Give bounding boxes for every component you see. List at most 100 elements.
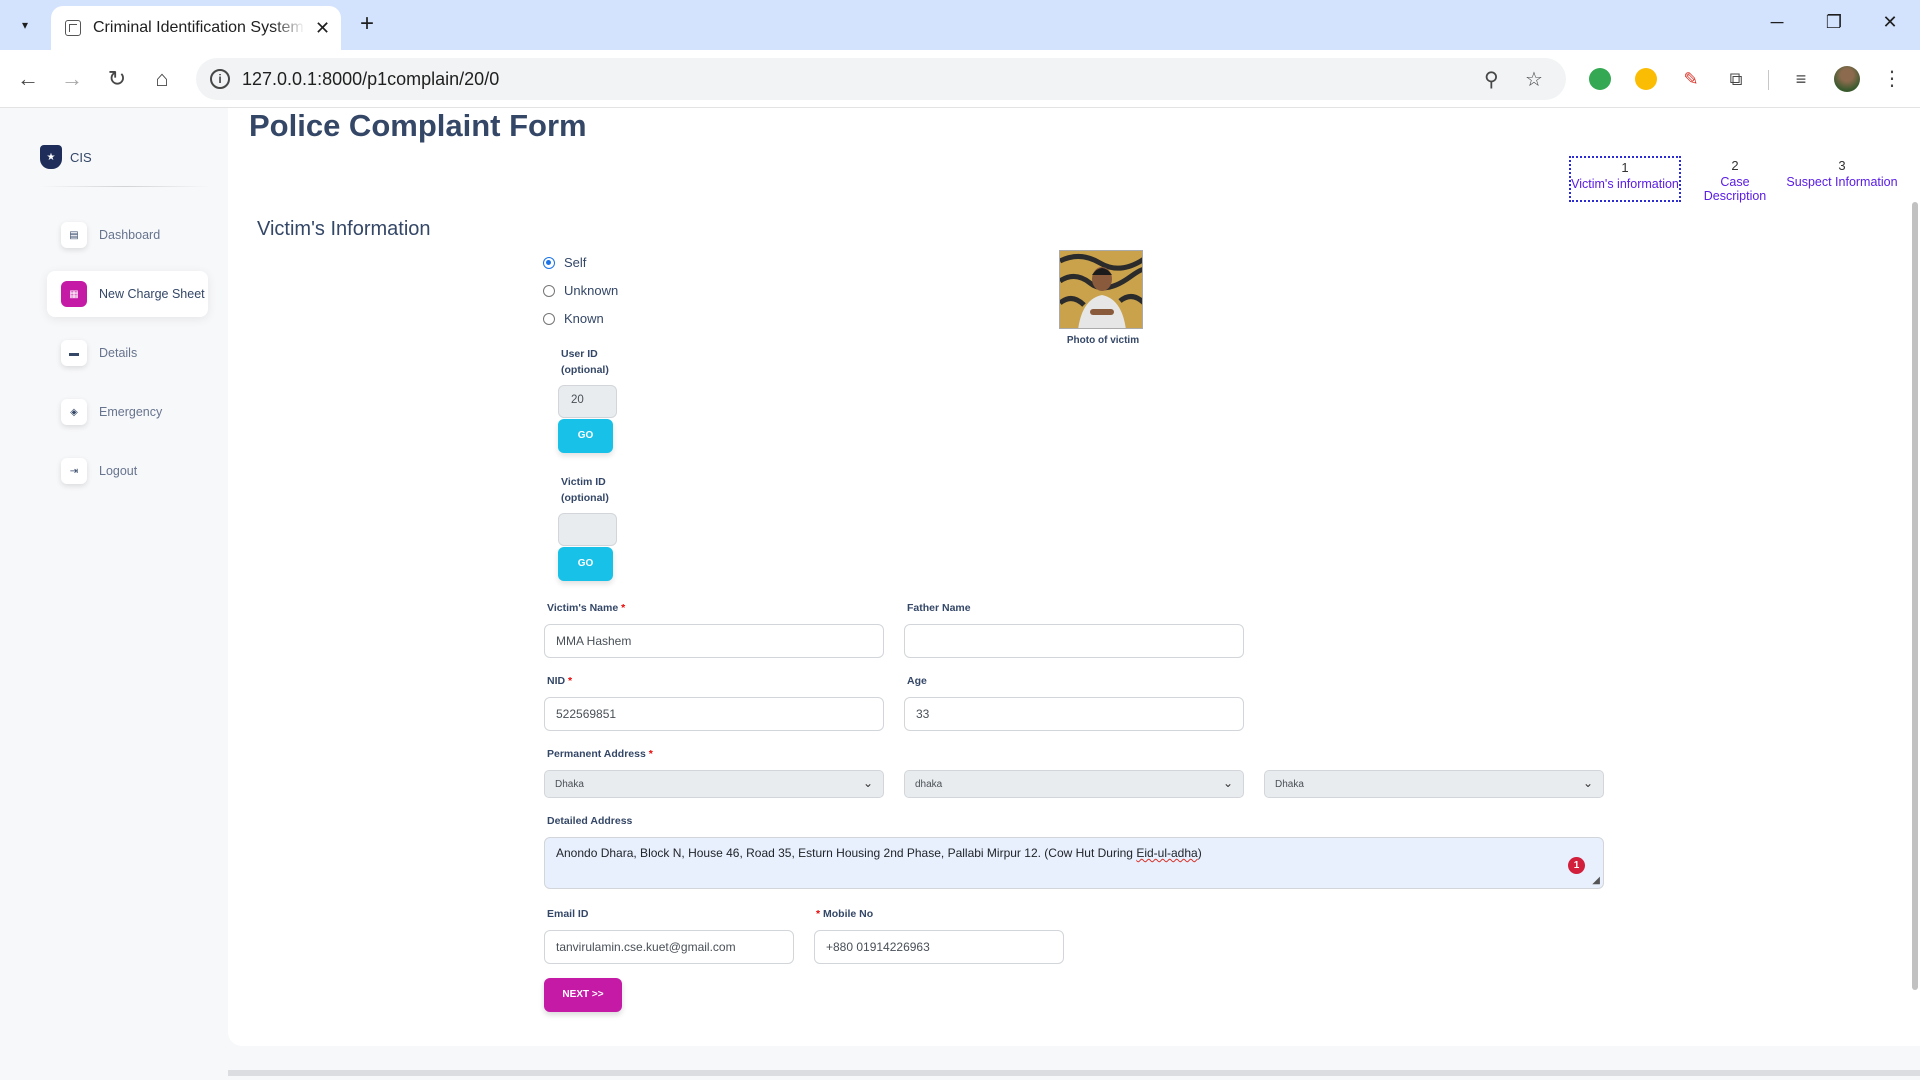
chevron-down-icon: ⌄ <box>1222 776 1233 790</box>
optional-label: (optional) <box>561 492 609 504</box>
zoom-icon[interactable]: ⚲ <box>1484 67 1499 92</box>
radio-self[interactable]: Self <box>543 255 586 270</box>
victim-name-input[interactable]: MMA Hashem <box>544 624 884 658</box>
bookmark-star-icon[interactable]: ☆ <box>1525 67 1543 92</box>
father-name-input[interactable] <box>904 624 1244 658</box>
sidebar-item-label: Emergency <box>99 405 163 419</box>
victim-id-label: Victim ID (optional) <box>561 474 609 506</box>
page: ★ CIS ▤ Dashboard ▦ New Charge Sheet ▬ D… <box>0 108 1920 1080</box>
step-label: Suspect Information <box>1786 175 1898 189</box>
address-text-end: ) <box>1197 846 1202 860</box>
user-id-label-line: User ID <box>561 348 598 360</box>
radio-known[interactable]: Known <box>543 311 604 326</box>
horizontal-scrollbar[interactable] <box>228 1070 1920 1076</box>
browser-menu-icon[interactable]: ⋮ <box>1881 68 1903 90</box>
victim-name-label: Victim's Name * <box>547 602 625 614</box>
age-label: Age <box>907 675 927 687</box>
upazila-value: Dhaka <box>1275 779 1304 790</box>
forward-arrow-icon[interactable]: → <box>57 64 87 94</box>
shop-icon: ▤ <box>61 222 87 248</box>
new-tab-button[interactable]: + <box>352 10 382 40</box>
back-arrow-icon[interactable]: ← <box>13 64 43 94</box>
label-text: Victim's Name <box>547 602 619 614</box>
required-mark: * <box>816 908 821 920</box>
grammar-badge[interactable]: 1 <box>1568 857 1585 874</box>
detailed-address-textarea[interactable]: Anondo Dhara, Block N, House 46, Road 35… <box>544 837 1604 889</box>
district-select[interactable]: dhaka ⌄ <box>904 770 1244 798</box>
email-label: Email ID <box>547 908 589 920</box>
sidebar-item-new-charge-sheet[interactable]: ▦ New Charge Sheet <box>47 271 208 317</box>
mobile-input[interactable]: +880 01914226963 <box>814 930 1064 964</box>
brand-name: CIS <box>70 149 92 165</box>
box-icon: ◈ <box>61 399 87 425</box>
permanent-address-label: Permanent Address * <box>547 748 653 760</box>
tab-close-icon[interactable]: ✕ <box>315 18 330 39</box>
browser-tab[interactable]: Criminal Identification System - ✕ <box>51 6 341 50</box>
user-id-go-button[interactable]: GO <box>558 419 613 453</box>
mobile-label: * Mobile No <box>816 908 873 920</box>
radio-unknown[interactable]: Unknown <box>543 283 618 298</box>
restore-window-icon[interactable]: ❐ <box>1822 12 1846 33</box>
resize-grip-icon[interactable]: ◢ <box>1592 875 1600 886</box>
step-case-description[interactable]: 2 Case Description <box>1688 158 1782 203</box>
user-id-label: User ID (optional) <box>561 346 609 378</box>
form-card <box>228 108 1920 1046</box>
close-window-icon[interactable]: ✕ <box>1878 12 1902 33</box>
brand[interactable]: ★ CIS <box>40 145 92 169</box>
optional-label: (optional) <box>561 364 609 376</box>
radio-label: Self <box>564 255 587 270</box>
credit-card-icon: ▬ <box>61 340 87 366</box>
victim-id-go-button[interactable]: GO <box>558 547 613 581</box>
division-select[interactable]: Dhaka ⌄ <box>544 770 884 798</box>
radio-button[interactable] <box>543 312 555 325</box>
site-info-icon[interactable]: i <box>210 69 230 89</box>
age-input[interactable]: 33 <box>904 697 1244 731</box>
step-suspect-information[interactable]: 3 Suspect Information <box>1786 158 1898 189</box>
address-url[interactable]: 127.0.0.1:8000/p1complain/20/0 <box>242 69 499 90</box>
home-icon[interactable]: ⌂ <box>147 64 177 94</box>
next-button[interactable]: NEXT >> <box>544 978 622 1012</box>
extension-add-icon[interactable] <box>1589 68 1611 90</box>
sidebar-item-label: Dashboard <box>99 228 161 242</box>
sidebar-item-label: Details <box>99 346 138 360</box>
reload-icon[interactable]: ↻ <box>102 64 132 94</box>
label-text: Permanent Address <box>547 748 646 760</box>
office-icon: ▦ <box>61 281 87 307</box>
sidebar: ★ CIS ▤ Dashboard ▦ New Charge Sheet ▬ D… <box>0 108 228 1080</box>
logout-icon: ⇥ <box>61 458 87 484</box>
radio-button[interactable] <box>543 256 555 269</box>
browser-toolbar: ← → ↻ ⌂ i 127.0.0.1:8000/p1complain/20/0… <box>0 50 1920 108</box>
required-mark: * <box>648 748 653 760</box>
victim-id-label-line: Victim ID <box>561 476 606 488</box>
extension-yellow-icon[interactable] <box>1635 68 1657 90</box>
radio-label: Unknown <box>564 283 619 298</box>
upazila-select[interactable]: Dhaka ⌄ <box>1264 770 1604 798</box>
sidebar-item-logout[interactable]: ⇥ Logout <box>47 448 207 494</box>
sidebar-item-details[interactable]: ▬ Details <box>47 330 207 376</box>
user-id-input[interactable]: 20 <box>558 385 617 418</box>
radio-button[interactable] <box>543 284 555 297</box>
toolbar-divider <box>1768 70 1769 90</box>
chevron-down-icon: ⌄ <box>862 776 873 790</box>
page-title: Police Complaint Form <box>249 108 587 143</box>
address-bar[interactable]: i 127.0.0.1:8000/p1complain/20/0 ⚲ ☆ <box>196 58 1566 100</box>
extension-pen-icon[interactable]: ✎ <box>1680 68 1702 90</box>
extensions-puzzle-icon[interactable]: ⧉ <box>1725 68 1747 90</box>
profile-avatar[interactable] <box>1834 66 1860 92</box>
address-text: Anondo Dhara, Block N, House 46, Road 35… <box>556 846 1137 860</box>
nid-input[interactable]: 522569851 <box>544 697 884 731</box>
required-mark: * <box>568 675 573 687</box>
sidebar-item-dashboard[interactable]: ▤ Dashboard <box>47 212 207 258</box>
victim-id-input[interactable] <box>558 513 617 546</box>
media-queue-icon[interactable]: ≡ <box>1790 68 1812 90</box>
district-value: dhaka <box>915 779 943 790</box>
minimize-window-icon[interactable]: ─ <box>1765 12 1789 33</box>
step-label: Case Description <box>1703 175 1767 203</box>
sidebar-item-label: Logout <box>99 464 138 478</box>
email-input[interactable]: tanvirulamin.cse.kuet@gmail.com <box>544 930 794 964</box>
step-victims-information[interactable]: 1 Victim's information <box>1569 156 1681 202</box>
tab-search-chevron-icon[interactable]: ▾ <box>10 10 40 40</box>
vertical-scrollbar[interactable] <box>1912 202 1918 990</box>
sidebar-item-emergency[interactable]: ◈ Emergency <box>47 389 207 435</box>
radio-label: Known <box>564 311 604 326</box>
